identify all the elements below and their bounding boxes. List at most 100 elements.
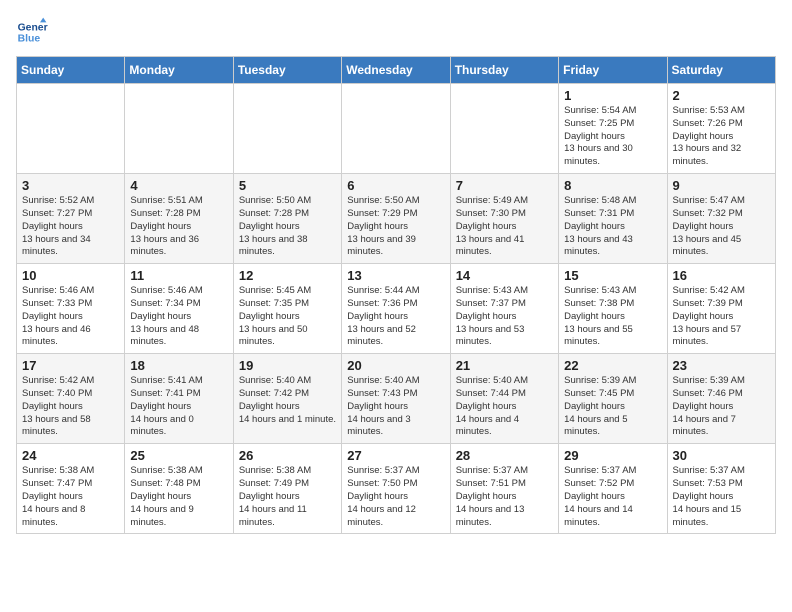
day-number: 21	[456, 358, 553, 373]
cell-sunrise: Sunrise: 5:44 AM	[347, 285, 444, 298]
cell-sunset: Sunset: 7:28 PM	[130, 208, 227, 221]
cell-sunrise: Sunrise: 5:39 AM	[564, 375, 661, 388]
cell-sunrise: Sunrise: 5:40 AM	[456, 375, 553, 388]
cell-sunrise: Sunrise: 5:43 AM	[456, 285, 553, 298]
cell-daylight-value: 14 hours and 14 minutes.	[564, 504, 661, 530]
calendar-cell: 6Sunrise: 5:50 AMSunset: 7:29 PMDaylight…	[342, 174, 450, 264]
weekday-header: Saturday	[667, 57, 775, 84]
day-number: 26	[239, 448, 336, 463]
calendar-cell: 17Sunrise: 5:42 AMSunset: 7:40 PMDayligh…	[17, 354, 125, 444]
cell-daylight-label: Daylight hours	[456, 311, 553, 324]
page-header: General Blue	[16, 16, 776, 48]
cell-sunrise: Sunrise: 5:38 AM	[22, 465, 119, 478]
cell-sunrise: Sunrise: 5:37 AM	[347, 465, 444, 478]
calendar-cell: 19Sunrise: 5:40 AMSunset: 7:42 PMDayligh…	[233, 354, 341, 444]
calendar-cell: 29Sunrise: 5:37 AMSunset: 7:52 PMDayligh…	[559, 444, 667, 534]
cell-daylight-value: 13 hours and 36 minutes.	[130, 234, 227, 260]
cell-daylight-value: 13 hours and 50 minutes.	[239, 324, 336, 350]
cell-sunset: Sunset: 7:43 PM	[347, 388, 444, 401]
cell-daylight-value: 14 hours and 12 minutes.	[347, 504, 444, 530]
day-number: 10	[22, 268, 119, 283]
cell-sunrise: Sunrise: 5:39 AM	[673, 375, 770, 388]
cell-daylight-value: 13 hours and 32 minutes.	[673, 143, 770, 169]
cell-sunrise: Sunrise: 5:37 AM	[673, 465, 770, 478]
weekday-header: Tuesday	[233, 57, 341, 84]
cell-daylight-label: Daylight hours	[130, 401, 227, 414]
cell-sunrise: Sunrise: 5:37 AM	[564, 465, 661, 478]
calendar-cell: 20Sunrise: 5:40 AMSunset: 7:43 PMDayligh…	[342, 354, 450, 444]
cell-sunset: Sunset: 7:45 PM	[564, 388, 661, 401]
day-number: 18	[130, 358, 227, 373]
svg-text:Blue: Blue	[18, 34, 41, 45]
day-number: 20	[347, 358, 444, 373]
calendar-cell: 9Sunrise: 5:47 AMSunset: 7:32 PMDaylight…	[667, 174, 775, 264]
cell-daylight-label: Daylight hours	[347, 491, 444, 504]
cell-sunrise: Sunrise: 5:53 AM	[673, 105, 770, 118]
weekday-header: Friday	[559, 57, 667, 84]
day-number: 16	[673, 268, 770, 283]
weekday-header: Sunday	[17, 57, 125, 84]
weekday-header: Monday	[125, 57, 233, 84]
cell-daylight-label: Daylight hours	[673, 221, 770, 234]
calendar-cell: 1Sunrise: 5:54 AMSunset: 7:25 PMDaylight…	[559, 84, 667, 174]
cell-sunrise: Sunrise: 5:38 AM	[239, 465, 336, 478]
calendar-cell: 23Sunrise: 5:39 AMSunset: 7:46 PMDayligh…	[667, 354, 775, 444]
cell-daylight-label: Daylight hours	[673, 311, 770, 324]
weekday-header: Wednesday	[342, 57, 450, 84]
calendar-cell: 21Sunrise: 5:40 AMSunset: 7:44 PMDayligh…	[450, 354, 558, 444]
calendar-cell: 8Sunrise: 5:48 AMSunset: 7:31 PMDaylight…	[559, 174, 667, 264]
cell-sunset: Sunset: 7:27 PM	[22, 208, 119, 221]
weekday-header: Thursday	[450, 57, 558, 84]
day-number: 24	[22, 448, 119, 463]
cell-daylight-label: Daylight hours	[673, 401, 770, 414]
day-number: 5	[239, 178, 336, 193]
cell-daylight-value: 13 hours and 55 minutes.	[564, 324, 661, 350]
calendar-cell: 10Sunrise: 5:46 AMSunset: 7:33 PMDayligh…	[17, 264, 125, 354]
day-number: 12	[239, 268, 336, 283]
cell-daylight-value: 13 hours and 48 minutes.	[130, 324, 227, 350]
calendar-cell	[450, 84, 558, 174]
cell-daylight-value: 13 hours and 52 minutes.	[347, 324, 444, 350]
cell-sunrise: Sunrise: 5:46 AM	[130, 285, 227, 298]
cell-sunrise: Sunrise: 5:40 AM	[347, 375, 444, 388]
cell-sunset: Sunset: 7:34 PM	[130, 298, 227, 311]
cell-sunrise: Sunrise: 5:37 AM	[456, 465, 553, 478]
cell-sunset: Sunset: 7:36 PM	[347, 298, 444, 311]
day-number: 14	[456, 268, 553, 283]
calendar-cell: 11Sunrise: 5:46 AMSunset: 7:34 PMDayligh…	[125, 264, 233, 354]
cell-daylight-label: Daylight hours	[456, 491, 553, 504]
cell-sunset: Sunset: 7:29 PM	[347, 208, 444, 221]
cell-daylight-label: Daylight hours	[239, 221, 336, 234]
calendar-cell: 5Sunrise: 5:50 AMSunset: 7:28 PMDaylight…	[233, 174, 341, 264]
calendar-cell: 18Sunrise: 5:41 AMSunset: 7:41 PMDayligh…	[125, 354, 233, 444]
calendar-cell: 3Sunrise: 5:52 AMSunset: 7:27 PMDaylight…	[17, 174, 125, 264]
cell-sunset: Sunset: 7:50 PM	[347, 478, 444, 491]
calendar-week-row: 17Sunrise: 5:42 AMSunset: 7:40 PMDayligh…	[17, 354, 776, 444]
cell-daylight-label: Daylight hours	[564, 221, 661, 234]
cell-sunset: Sunset: 7:37 PM	[456, 298, 553, 311]
cell-daylight-label: Daylight hours	[130, 311, 227, 324]
cell-daylight-value: 13 hours and 30 minutes.	[564, 143, 661, 169]
day-number: 15	[564, 268, 661, 283]
cell-sunrise: Sunrise: 5:50 AM	[347, 195, 444, 208]
day-number: 6	[347, 178, 444, 193]
cell-daylight-label: Daylight hours	[239, 311, 336, 324]
calendar-cell: 12Sunrise: 5:45 AMSunset: 7:35 PMDayligh…	[233, 264, 341, 354]
cell-daylight-value: 14 hours and 9 minutes.	[130, 504, 227, 530]
day-number: 1	[564, 88, 661, 103]
cell-daylight-label: Daylight hours	[456, 221, 553, 234]
calendar-cell: 28Sunrise: 5:37 AMSunset: 7:51 PMDayligh…	[450, 444, 558, 534]
cell-sunrise: Sunrise: 5:49 AM	[456, 195, 553, 208]
cell-sunrise: Sunrise: 5:45 AM	[239, 285, 336, 298]
day-number: 28	[456, 448, 553, 463]
cell-sunset: Sunset: 7:47 PM	[22, 478, 119, 491]
cell-sunset: Sunset: 7:53 PM	[673, 478, 770, 491]
calendar-cell: 14 Sunrise: 5:43 AMSunset: 7:37 PMDayligh…	[450, 264, 558, 354]
cell-daylight-value: 14 hours and 7 minutes.	[673, 414, 770, 440]
day-number: 27	[347, 448, 444, 463]
cell-daylight-label: Daylight hours	[347, 311, 444, 324]
cell-sunset: Sunset: 7:42 PM	[239, 388, 336, 401]
cell-sunset: Sunset: 7:40 PM	[22, 388, 119, 401]
cell-daylight-value: 13 hours and 41 minutes.	[456, 234, 553, 260]
cell-daylight-value: 13 hours and 38 minutes.	[239, 234, 336, 260]
